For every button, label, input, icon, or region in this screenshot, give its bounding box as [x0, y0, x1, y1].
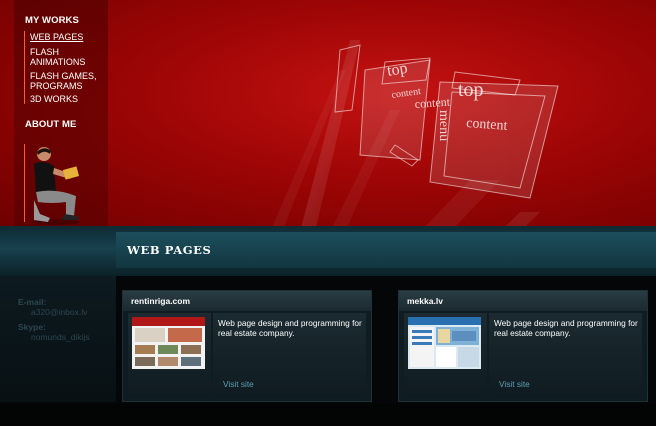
email-label: E-mail:: [18, 297, 47, 307]
banner-word: content: [466, 116, 508, 134]
thumbnail-frame: [128, 313, 211, 397]
banner-word: content: [414, 95, 451, 111]
mekka-thumbnail[interactable]: [408, 317, 481, 369]
banner-word: top: [458, 79, 484, 101]
project-title: rentinriga.com: [123, 291, 371, 311]
accent-line: [24, 144, 25, 222]
visit-site-link[interactable]: Visit site: [499, 379, 530, 389]
nav-item-3d-works[interactable]: 3D WORKS: [30, 94, 110, 104]
nav-item-flash-animations[interactable]: FLASH ANIMATIONS: [30, 47, 110, 67]
banner-word: top: [386, 60, 409, 80]
project-description: Web page design and programming for real…: [218, 318, 362, 338]
nav-item-flash-games[interactable]: FLASH GAMES, PROGRAMS: [30, 71, 110, 91]
thumbnail-frame: [404, 313, 487, 397]
visit-site-link[interactable]: Visit site: [223, 379, 254, 389]
contact-panel: E-mail: a320@inbox.lv Skype: nomunds_dik…: [0, 276, 116, 402]
project-description: Web page design and programming for real…: [494, 318, 638, 338]
about-me-link[interactable]: ABOUT ME: [25, 119, 76, 130]
my-works-heading[interactable]: MY WORKS: [25, 15, 79, 26]
description-box: Web page design and programming for real…: [213, 313, 366, 397]
page-title: WEB PAGES: [127, 243, 212, 257]
rentinriga-thumbnail[interactable]: [132, 317, 205, 369]
project-card: rentinriga.com Web page design and progr…: [122, 290, 372, 402]
skype-label: Skype:: [18, 322, 46, 332]
nav-item-web-pages[interactable]: WEB PAGES: [30, 32, 110, 42]
footer: [0, 404, 656, 426]
project-card: mekka.lv Web page design and programming…: [398, 290, 648, 402]
email-value[interactable]: a320@inbox.lv: [31, 307, 87, 317]
skype-value: nomunds_dikijs: [31, 332, 90, 342]
project-title: mekka.lv: [399, 291, 647, 311]
banner-word: menu: [436, 110, 451, 141]
description-box: Web page design and programming for real…: [489, 313, 642, 397]
person-image: [32, 147, 80, 225]
works-nav: WEB PAGES FLASH ANIMATIONS FLASH GAMES, …: [24, 31, 109, 104]
